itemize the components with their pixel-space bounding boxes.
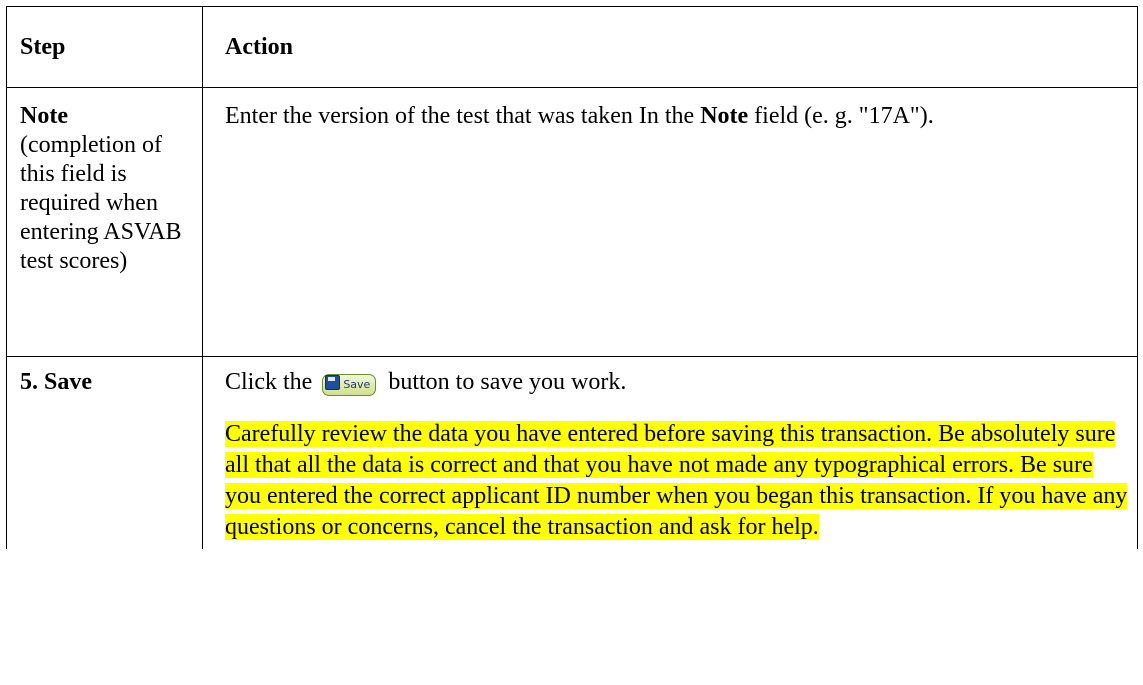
action-column-header: Action [202, 6, 1138, 88]
step-cell-note: Note (completion of this field is requir… [6, 87, 203, 357]
action-text: button to save you work. [382, 369, 627, 395]
field-name-emphasis: Note [700, 103, 749, 129]
save-button-label: Save [343, 378, 371, 391]
review-warning: Carefully review the data you have enter… [225, 419, 1129, 543]
action-instruction: Enter the version of the test that was t… [203, 88, 1137, 131]
action-text: Enter the version of the test that was t… [225, 103, 701, 129]
action-text: Click the [225, 369, 319, 395]
table-row: 5. Save Click the Save button to save yo… [6, 356, 1138, 549]
save-instruction: Click the Save button to save you work. [225, 368, 1129, 397]
action-header-label: Action [225, 33, 293, 60]
action-cell-note: Enter the version of the test that was t… [202, 87, 1138, 357]
step-requirement-note: (completion of this field is required wh… [20, 132, 182, 274]
highlighted-warning-text: Carefully review the data you have enter… [225, 421, 1128, 540]
step-column-header: Step [6, 6, 203, 88]
step-header-label: Step [20, 33, 66, 60]
step-cell-save: 5. Save [6, 356, 203, 549]
table-row: Note (completion of this field is requir… [6, 87, 1138, 357]
floppy-disk-icon [325, 375, 341, 390]
action-text: field (e. g. "17A"). [748, 103, 934, 129]
step-title: 5. Save [20, 369, 92, 395]
table-header-row: Step Action [6, 6, 1138, 88]
save-button[interactable]: Save [322, 374, 377, 396]
procedure-table: Step Action Note (completion of this fie… [6, 6, 1138, 549]
action-cell-save: Click the Save button to save you work. … [202, 356, 1138, 549]
step-title: Note [20, 103, 68, 129]
